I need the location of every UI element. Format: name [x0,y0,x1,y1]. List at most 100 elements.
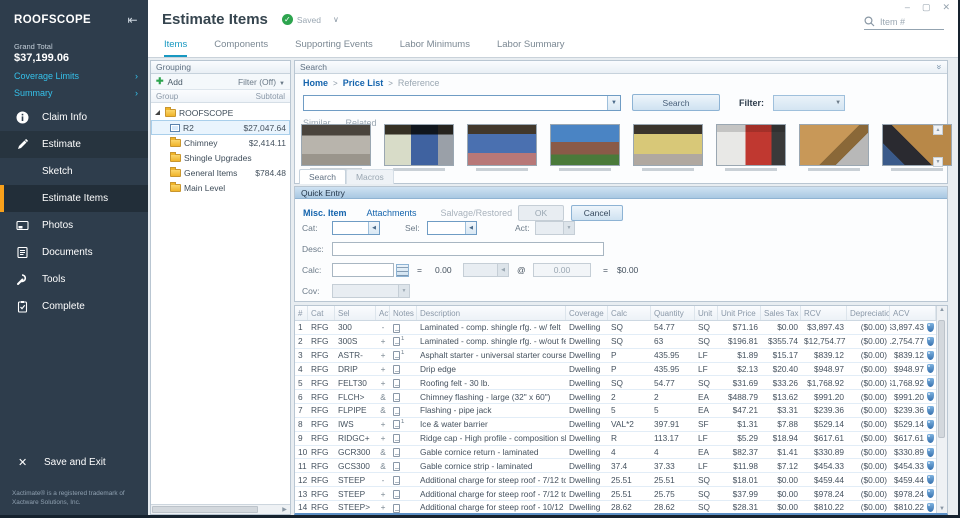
scroll-down-arrow[interactable]: ▼ [937,506,947,512]
column-header-[interactable]: # [295,306,308,320]
estimate-item-row[interactable]: 1RFG300-Laminated - comp. shingle rfg. -… [295,321,936,335]
item-notes[interactable] [390,378,417,388]
item-notes[interactable] [390,433,417,443]
item-notes[interactable] [390,475,417,485]
ok-button[interactable]: OK [518,205,564,221]
sidebar-item-complete[interactable]: Complete [0,293,148,320]
column-header-sel[interactable]: Sel [335,306,376,320]
column-header-quantity[interactable]: Quantity [651,306,695,320]
estimate-item-row[interactable]: 6RFGFLCH>&Chimney flashing - large (32" … [295,390,936,404]
scrollbar-thumb[interactable] [152,506,258,513]
item-notes[interactable] [390,488,417,498]
item-notes[interactable]: 1 [390,336,417,346]
scrollbar-thumb[interactable] [938,320,945,438]
scroll-up-arrow[interactable]: ▲ [937,307,947,313]
sidebar-link-coverage-limits[interactable]: Coverage Limits› [14,71,148,81]
thumbnail-item[interactable] [467,124,537,171]
subtab-search[interactable]: Search [299,169,346,184]
item-notes[interactable]: 1 [390,419,417,429]
grouping-horizontal-scrollbar[interactable]: ▶ [151,504,290,514]
desc-input[interactable] [332,242,604,256]
misc-item-link[interactable]: Misc. Item [303,208,347,218]
coverage-shield-icon[interactable] [927,489,934,498]
item-notes[interactable]: 1 [390,350,417,360]
add-group-button[interactable]: Add [168,77,183,87]
note-icon[interactable] [393,448,400,457]
item-notes[interactable] [390,364,417,374]
sidebar-item-photos[interactable]: Photos [0,212,148,239]
sidebar-collapse-icon[interactable]: ⇤ [128,13,138,27]
sidebar-item-claim-info[interactable]: Claim Info [0,104,148,131]
item-notes[interactable] [390,405,417,415]
column-header-rcv[interactable]: RCV [801,306,847,320]
note-icon[interactable] [393,337,400,346]
coverage-shield-icon[interactable] [927,420,934,429]
estimate-item-row[interactable]: 8RFGIWS+1Ice & water barrierDwellingVAL*… [295,418,936,432]
maximize-button[interactable]: ▢ [922,2,931,13]
coverage-shield-icon[interactable] [927,461,934,470]
thumbnails-scroll-up[interactable]: ▲ [933,125,943,135]
thumbnail-item[interactable] [301,124,371,171]
group-row-roofscope[interactable]: ROOFSCOPE [151,105,290,120]
coverage-shield-icon[interactable] [927,503,934,512]
group-row-general-items[interactable]: General Items$784.48 [151,165,290,180]
coverage-shield-icon[interactable] [927,448,934,457]
price-list-search-input[interactable] [304,96,607,110]
note-icon[interactable] [393,351,400,360]
note-icon[interactable] [393,407,400,416]
column-header-sales-tax[interactable]: Sales Tax [761,306,801,320]
scroll-right-arrow[interactable]: ▶ [280,505,289,514]
item-notes[interactable] [390,322,417,332]
estimate-item-row[interactable]: 11RFGGCS300&Gable cornice strip - lamina… [295,459,936,473]
note-icon[interactable] [393,434,400,443]
thumbnail-item[interactable] [716,124,786,171]
column-header-description[interactable]: Description [417,306,566,320]
estimate-item-row[interactable]: 13RFGSTEEP+Additional charge for steep r… [295,487,936,501]
note-icon[interactable] [393,476,400,485]
tab-supporting-events[interactable]: Supporting Events [295,39,373,57]
column-header-depreciation[interactable]: Depreciation [847,306,890,320]
estimate-item-row[interactable]: 4RFGDRIP+Drip edgeDwellingP435.95LF$2.13… [295,363,936,377]
estimate-item-row[interactable]: 9RFGRIDGC++Ridge cap - High profile - co… [295,432,936,446]
estimate-item-row[interactable]: 7RFGFLPIPE&Flashing - pipe jackDwelling5… [295,404,936,418]
item-notes[interactable] [390,461,417,471]
group-row-chimney[interactable]: Chimney$2,414.11 [151,135,290,150]
search-history-dropdown[interactable]: ▼ [607,96,620,110]
tab-components[interactable]: Components [214,39,268,57]
reference-image[interactable] [799,124,869,166]
reference-image[interactable] [384,124,454,166]
note-icon[interactable] [393,379,400,388]
table-vertical-scrollbar[interactable]: ▲ ▼ [936,306,947,513]
attachments-link[interactable]: Attachments [367,208,417,218]
reference-image[interactable] [550,124,620,166]
subtab-macros[interactable]: Macros [346,169,394,184]
item-notes[interactable] [390,447,417,457]
price-list-search-field[interactable]: ▼ [303,95,621,111]
cat-combo[interactable]: ◀ [332,221,380,235]
coverage-shield-icon[interactable] [927,406,934,415]
column-header-act[interactable]: Act [376,306,390,320]
reference-image[interactable] [301,124,371,166]
note-icon[interactable] [393,490,400,499]
close-button[interactable]: ✕ [942,2,950,13]
tab-labor-summary[interactable]: Labor Summary [497,39,565,57]
column-header-calc[interactable]: Calc [608,306,651,320]
column-header-acv[interactable]: ACV [890,306,936,320]
estimate-item-row[interactable]: 14RFGSTEEP>+Additional charge for steep … [295,501,936,513]
reference-image[interactable] [716,124,786,166]
note-icon[interactable] [393,393,400,402]
tab-labor-minimums[interactable]: Labor Minimums [400,39,470,57]
sidebar-item-estimate-items[interactable]: Estimate Items [0,185,148,212]
reference-image[interactable] [467,124,537,166]
item-notes[interactable] [390,502,417,512]
thumbnail-item[interactable] [550,124,620,171]
thumbnail-item[interactable] [384,124,454,171]
sidebar-item-sketch[interactable]: Sketch [0,158,148,185]
calc-input[interactable] [332,263,394,277]
note-icon[interactable] [393,504,400,513]
tab-items[interactable]: Items [164,39,187,57]
search-button[interactable]: Search [632,94,720,111]
thumbnail-item[interactable] [633,124,703,171]
note-icon[interactable] [393,462,400,471]
coverage-shield-icon[interactable] [927,337,934,346]
